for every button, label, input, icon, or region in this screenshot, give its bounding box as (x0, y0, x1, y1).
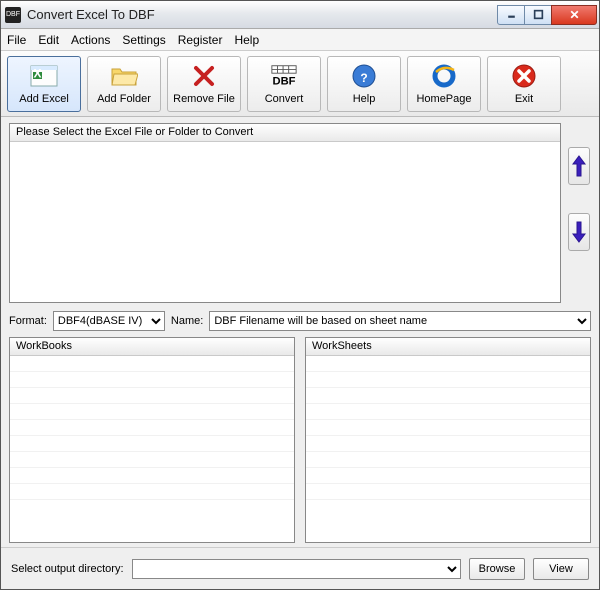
menu-settings[interactable]: Settings (122, 33, 165, 47)
menu-register[interactable]: Register (178, 33, 223, 47)
remove-file-label: Remove File (173, 93, 235, 105)
svg-text:X: X (33, 67, 41, 81)
worksheets-list[interactable]: WorkSheets (305, 337, 591, 543)
name-label: Name: (171, 315, 203, 327)
menu-actions[interactable]: Actions (71, 33, 110, 47)
lists-row: WorkBooks WorkSheets (9, 337, 591, 543)
footer: Select output directory: Browse View (1, 547, 599, 589)
workbooks-rows (10, 356, 294, 542)
dbf-icon: DBF (270, 62, 298, 90)
ie-icon (430, 62, 458, 90)
workbooks-header: WorkBooks (10, 338, 294, 356)
format-select[interactable]: DBF4(dBASE IV) (53, 311, 165, 331)
format-row: Format: DBF4(dBASE IV) Name: DBF Filenam… (9, 311, 591, 331)
worksheets-header: WorkSheets (306, 338, 590, 356)
content-area: Please Select the Excel File or Folder t… (1, 117, 599, 547)
add-excel-button[interactable]: X Add Excel (7, 56, 81, 112)
add-folder-label: Add Folder (97, 93, 151, 105)
excel-icon: X (30, 62, 58, 90)
toolbar: X Add Excel Add Folder Remove File DBF C… (1, 51, 599, 117)
homepage-label: HomePage (416, 93, 471, 105)
help-button[interactable]: ? Help (327, 56, 401, 112)
app-icon: DBF (5, 7, 21, 23)
minimize-button[interactable] (497, 5, 525, 25)
output-directory-select[interactable] (132, 559, 461, 579)
app-window: DBF Convert Excel To DBF File Edit Actio… (0, 0, 600, 590)
window-controls (498, 5, 597, 25)
folder-icon (110, 62, 138, 90)
add-excel-label: Add Excel (19, 93, 69, 105)
file-panel: Please Select the Excel File or Folder t… (9, 123, 591, 303)
close-button[interactable] (551, 5, 597, 25)
maximize-button[interactable] (524, 5, 552, 25)
menubar: File Edit Actions Settings Register Help (1, 29, 599, 51)
menu-help[interactable]: Help (234, 33, 259, 47)
file-list-header: Please Select the Excel File or Folder t… (10, 124, 560, 142)
convert-label: Convert (265, 93, 304, 105)
file-list[interactable]: Please Select the Excel File or Folder t… (9, 123, 561, 303)
titlebar: DBF Convert Excel To DBF (1, 1, 599, 29)
add-folder-button[interactable]: Add Folder (87, 56, 161, 112)
workbooks-list[interactable]: WorkBooks (9, 337, 295, 543)
move-up-button[interactable] (568, 147, 590, 185)
help-icon: ? (350, 62, 378, 90)
output-label: Select output directory: (11, 563, 124, 575)
view-button[interactable]: View (533, 558, 589, 580)
svg-text:?: ? (360, 71, 367, 85)
exit-label: Exit (515, 93, 533, 105)
exit-button[interactable]: Exit (487, 56, 561, 112)
move-down-button[interactable] (568, 213, 590, 251)
help-label: Help (353, 93, 376, 105)
worksheets-rows (306, 356, 590, 542)
menu-file[interactable]: File (7, 33, 26, 47)
homepage-button[interactable]: HomePage (407, 56, 481, 112)
exit-icon (510, 62, 538, 90)
menu-edit[interactable]: Edit (38, 33, 59, 47)
window-title: Convert Excel To DBF (27, 7, 155, 22)
name-select[interactable]: DBF Filename will be based on sheet name (209, 311, 591, 331)
convert-button[interactable]: DBF Convert (247, 56, 321, 112)
file-list-body (10, 142, 560, 302)
svg-text:DBF: DBF (273, 75, 296, 87)
remove-icon (190, 62, 218, 90)
format-label: Format: (9, 315, 47, 327)
remove-file-button[interactable]: Remove File (167, 56, 241, 112)
browse-button[interactable]: Browse (469, 558, 525, 580)
reorder-arrows (567, 123, 591, 303)
